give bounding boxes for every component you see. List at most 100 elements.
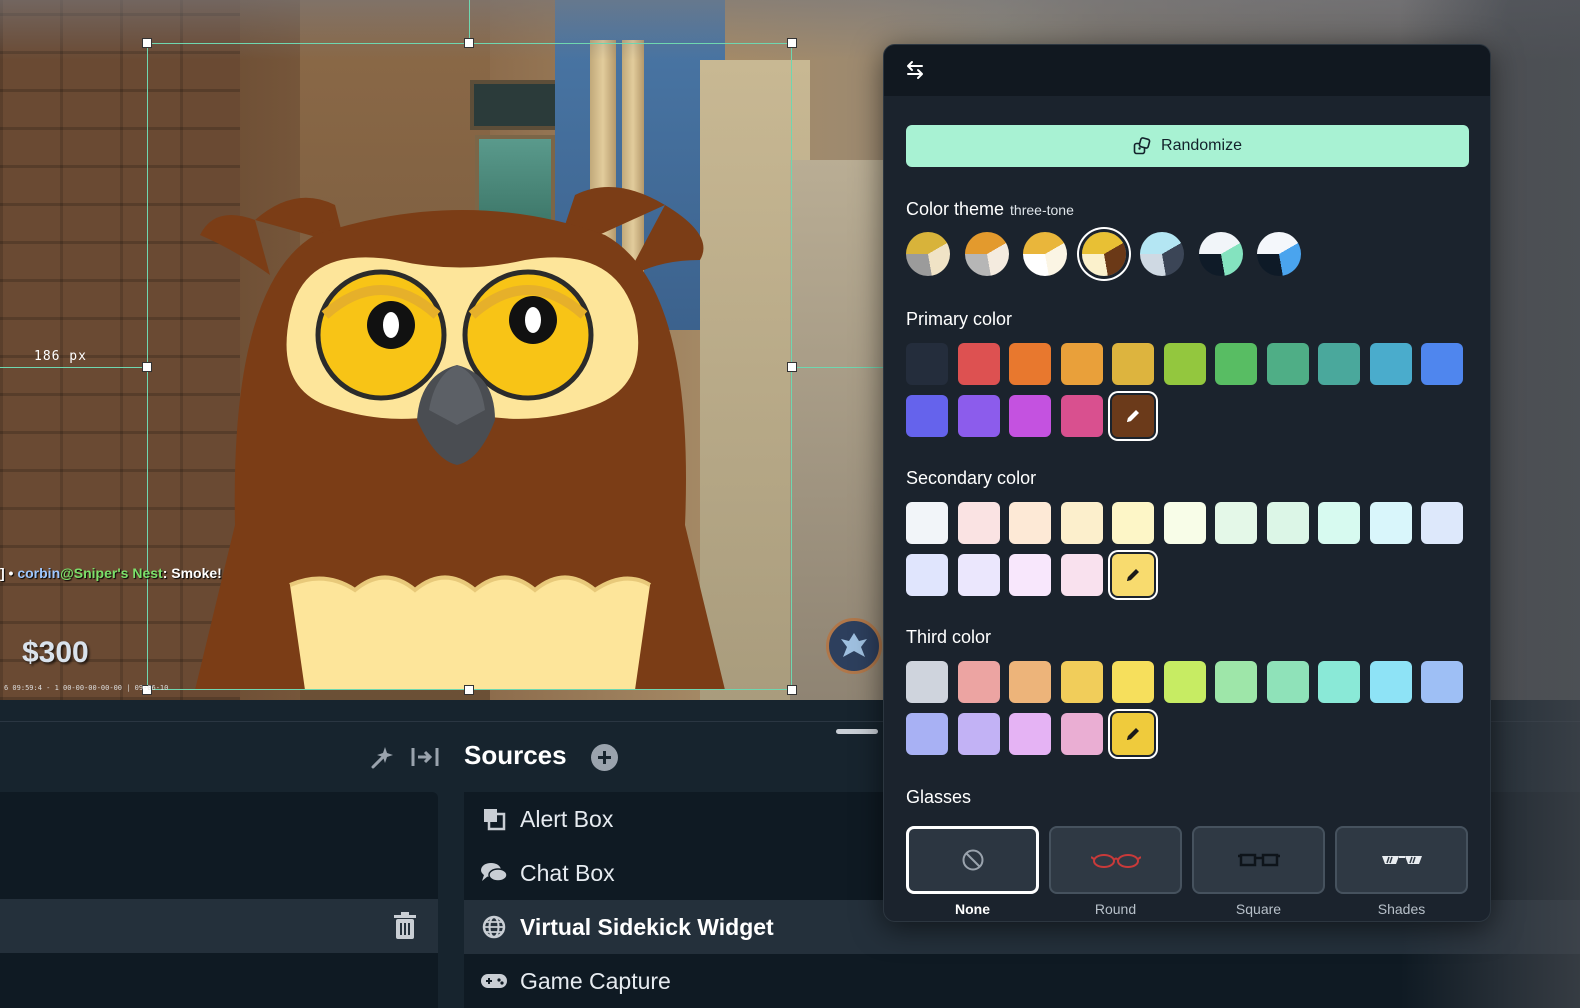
resize-handle-bottom[interactable] (464, 685, 474, 695)
primary-color-swatch[interactable] (1215, 343, 1257, 385)
primary-color-swatch[interactable] (906, 395, 948, 437)
color-theme-option[interactable] (1023, 232, 1067, 276)
third-color-swatch[interactable] (1009, 713, 1051, 755)
primary-color-swatch[interactable] (1112, 343, 1154, 385)
primary-color-swatch[interactable] (1318, 343, 1360, 385)
color-theme-option[interactable] (1081, 232, 1126, 276)
color-theme-option[interactable] (1198, 232, 1243, 276)
shades-icon (1381, 856, 1422, 864)
secondary-color-swatch[interactable] (1060, 554, 1103, 596)
sidekick-customizer-panel: Randomize Color theme three-tone Primary … (883, 44, 1491, 922)
resize-handle-bottom-right[interactable] (787, 685, 797, 695)
secondary-color-swatch[interactable] (906, 554, 948, 596)
game-chat-line: ] • corbin@Sniper's Nest: Smoke! (0, 565, 222, 581)
color-theme-option[interactable] (964, 232, 1009, 276)
secondary-color-swatch[interactable] (957, 554, 1000, 596)
glasses-label-round: Round (1094, 901, 1137, 917)
glasses-option-none[interactable] (906, 826, 1039, 894)
primary-color-swatch[interactable] (1009, 343, 1051, 385)
selection-box[interactable] (147, 43, 792, 690)
scene-row-selected[interactable] (0, 899, 438, 953)
third-color-swatch[interactable] (1009, 661, 1051, 703)
primary-color-title: Primary color (906, 309, 1013, 329)
primary-color-swatch[interactable] (1421, 343, 1463, 385)
chat-bubbles-icon (480, 860, 508, 886)
secondary-color-swatch[interactable] (1318, 502, 1360, 544)
secondary-color-swatch[interactable] (1060, 502, 1103, 544)
secondary-color-swatch[interactable] (957, 502, 1000, 544)
resize-handle-top[interactable] (464, 38, 474, 48)
primary-color-swatch[interactable] (1369, 343, 1412, 385)
dice-icon (1133, 137, 1151, 155)
color-theme-option[interactable] (906, 232, 950, 276)
square-glasses-icon (1237, 853, 1280, 867)
glasses-option-square[interactable] (1192, 826, 1325, 894)
color-theme-option[interactable] (1257, 232, 1301, 276)
secondary-color-swatch[interactable] (906, 502, 948, 544)
primary-color-swatch[interactable] (957, 343, 1000, 385)
primary-color-swatch[interactable] (906, 343, 948, 385)
snap-guide (469, 0, 470, 43)
glasses-option-round[interactable] (1049, 826, 1182, 894)
third-color-title: Third color (906, 627, 992, 647)
third-color-swatch[interactable] (1163, 661, 1206, 703)
third-color-swatch[interactable] (1060, 713, 1103, 755)
sources-toolbar (370, 740, 440, 774)
chat-at: @ (60, 565, 74, 581)
third-color-swatch[interactable] (1112, 661, 1154, 703)
chat-message: : Smoke! (162, 565, 222, 581)
secondary-color-swatch[interactable] (1112, 502, 1154, 544)
trash-icon[interactable] (392, 912, 418, 940)
third-custom-color-button[interactable] (1112, 713, 1154, 755)
secondary-color-swatch[interactable] (1163, 502, 1206, 544)
third-color-swatch[interactable] (1215, 661, 1257, 703)
snap-guide (0, 367, 147, 368)
swap-arrows-icon[interactable] (904, 60, 926, 80)
source-label: Alert Box (520, 805, 614, 832)
secondary-color-swatch[interactable] (1215, 502, 1257, 544)
third-color-swatch[interactable] (957, 713, 1000, 755)
chat-place: Sniper's Nest (73, 565, 163, 581)
primary-custom-color-button[interactable] (1112, 395, 1154, 437)
resize-handle-left[interactable] (142, 362, 152, 372)
third-color-swatch[interactable] (906, 713, 948, 755)
color-theme-option[interactable] (1140, 232, 1184, 276)
color-theme-heading: Color theme three-tone (906, 199, 1074, 220)
randomize-button[interactable]: Randomize (906, 125, 1469, 167)
primary-color-swatch[interactable] (1163, 343, 1206, 385)
secondary-color-swatch[interactable] (1266, 502, 1309, 544)
resize-handle-top-left[interactable] (142, 38, 152, 48)
primary-color-swatch[interactable] (1060, 395, 1103, 437)
primary-color-swatch[interactable] (1060, 343, 1103, 385)
third-color-swatch[interactable] (957, 661, 1000, 703)
third-color-swatch[interactable] (906, 661, 948, 703)
third-color-swatch[interactable] (1318, 661, 1360, 703)
resize-handle-top-right[interactable] (787, 38, 797, 48)
pencil-icon (1124, 725, 1142, 743)
primary-color-swatch[interactable] (957, 395, 1000, 437)
secondary-color-swatch[interactable] (1009, 554, 1051, 596)
secondary-color-swatch[interactable] (1009, 502, 1051, 544)
source-label: Chat Box (520, 859, 615, 886)
third-color-swatch[interactable] (1060, 661, 1103, 703)
team-badge-icon (826, 618, 882, 674)
randomize-label: Randomize (1161, 137, 1242, 154)
chat-user: corbin (17, 565, 61, 581)
third-color-swatch[interactable] (1266, 661, 1309, 703)
sources-title: Sources (464, 740, 567, 770)
magic-icon[interactable] (370, 744, 396, 770)
third-color-swatch[interactable] (1421, 661, 1463, 703)
glasses-option-shades[interactable] (1335, 826, 1468, 894)
primary-color-swatch[interactable] (1266, 343, 1309, 385)
secondary-color-swatch[interactable] (1369, 502, 1412, 544)
alley-wall (790, 160, 890, 700)
dock-drag-handle[interactable] (836, 729, 878, 734)
add-source-icon[interactable] (591, 744, 618, 771)
distance-measure: 186 px (34, 349, 87, 364)
collapse-icon[interactable] (410, 744, 440, 770)
third-color-swatch[interactable] (1369, 661, 1412, 703)
secondary-custom-color-button[interactable] (1112, 554, 1154, 596)
primary-color-swatch[interactable] (1009, 395, 1051, 437)
secondary-color-swatch[interactable] (1421, 502, 1463, 544)
resize-handle-right[interactable] (787, 362, 797, 372)
